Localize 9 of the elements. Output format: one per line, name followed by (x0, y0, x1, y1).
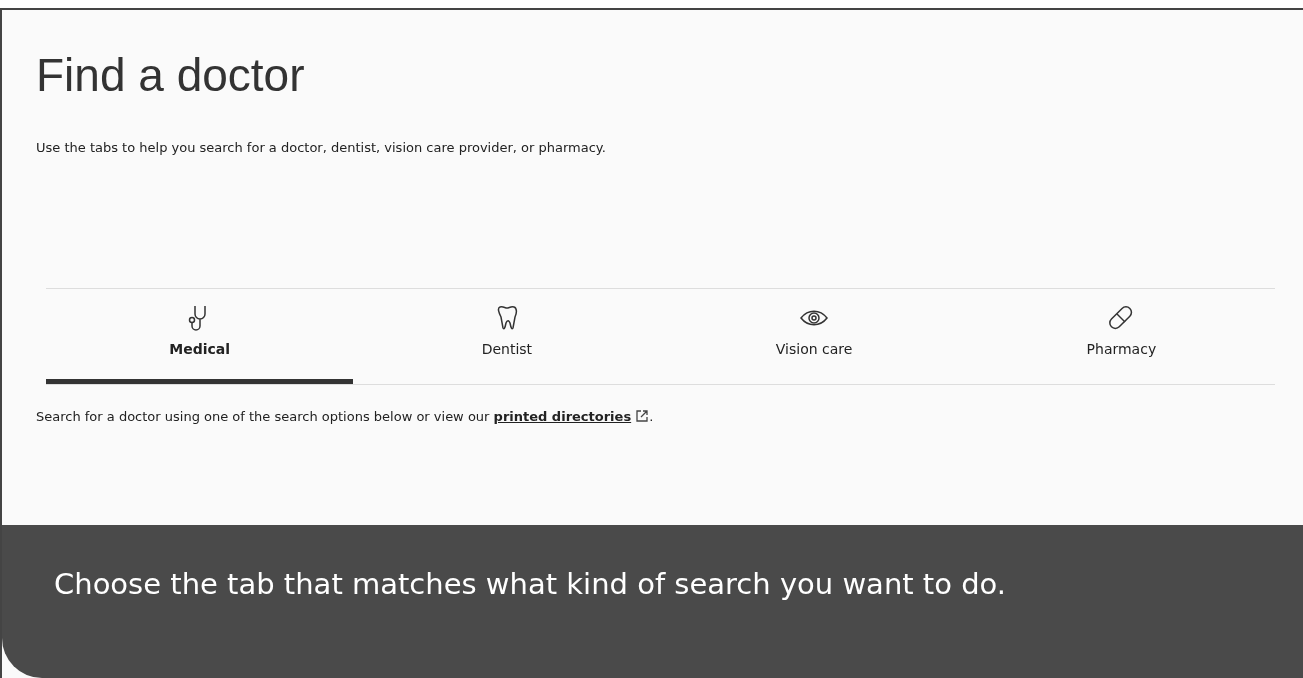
printed-directories-link[interactable]: printed directories (493, 409, 632, 424)
tab[interactable]: Vision care (660, 303, 968, 384)
page-title: Find a doctor (36, 48, 306, 102)
page-subtitle: Use the tabs to help you search for a doctor, dentist, vision care provider, or pharmacy. (36, 140, 607, 155)
tab[interactable]: Pharmacy (967, 303, 1275, 384)
search-note: Search for a doctor using one of the search options below or view our printed directories . (36, 409, 655, 424)
external-link-icon (635, 409, 650, 423)
tab[interactable]: Dentist (353, 303, 661, 384)
caption-text: Choose the tab that matches what kind of search you want to do. (54, 567, 1007, 601)
